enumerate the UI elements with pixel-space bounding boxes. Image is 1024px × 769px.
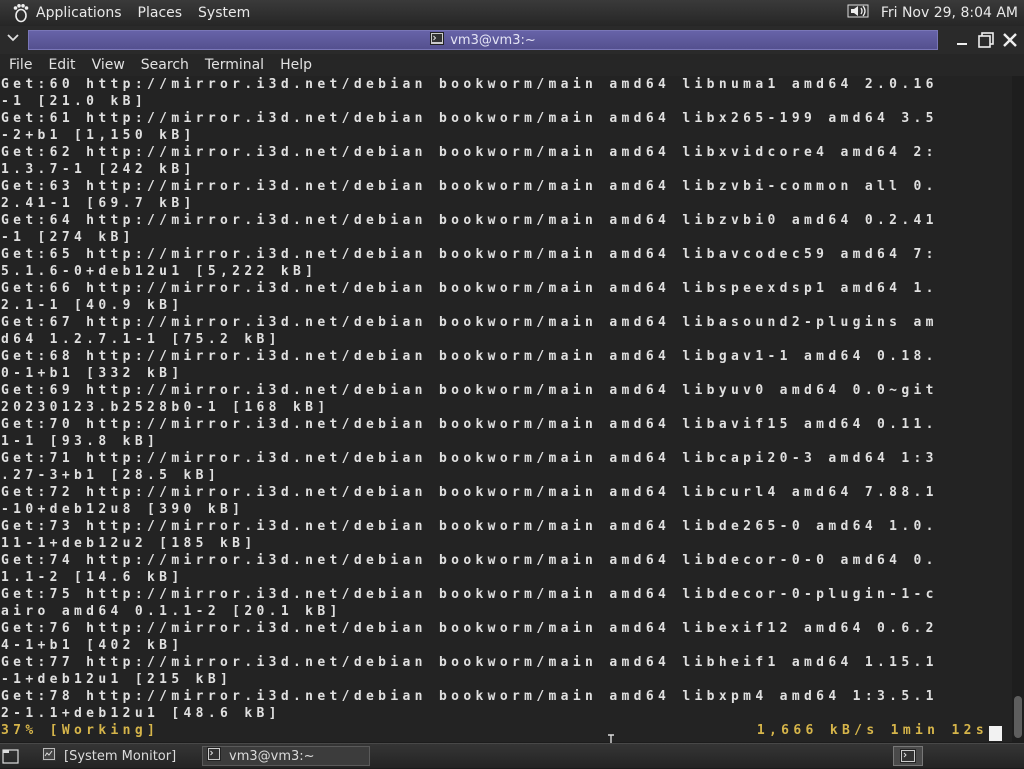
terminal-line: Get:74 http://mirror.i3d.net/debian book… [1,553,938,568]
terminal-line: Get:72 http://mirror.i3d.net/debian book… [1,485,938,500]
terminal-line: Get:68 http://mirror.i3d.net/debian book… [1,349,938,364]
clock[interactable]: Fri Nov 29, 8:04 AM [881,5,1018,21]
terminal-line: Get:76 http://mirror.i3d.net/debian book… [1,621,938,636]
terminal-line: airo amd64 0.1.1-2 [20.1 kB] [1,604,342,619]
terminal-line: 20230123.b2528b0-1 [168 kB] [1,400,330,415]
menu-view[interactable]: View [92,57,125,73]
terminal-icon [430,31,445,49]
terminal-line: 2.41-1 [69.7 kB] [1,196,196,211]
terminal-cursor [989,726,1002,741]
terminal-line: Get:77 http://mirror.i3d.net/debian book… [1,655,938,670]
taskbar-system-monitor[interactable]: [System Monitor] [38,746,198,766]
terminal-line: 11-1+deb12u2 [185 kB] [1,536,257,551]
terminal-line: Get:67 http://mirror.i3d.net/debian book… [1,315,938,330]
window-titlebar[interactable]: vm3@vm3:~ [0,26,1024,54]
terminal-line: 0-1+b1 [332 kB] [1,366,184,381]
bottom-panel: [System Monitor] vm3@vm3:~ [0,743,1024,768]
terminal-line: .27-3+b1 [28.5 kB] [1,468,220,483]
terminal-menubar: File Edit View Search Terminal Help [0,54,1024,76]
terminal-line: 1.3.7-1 [242 kB] [1,162,196,177]
menu-edit[interactable]: Edit [48,57,75,73]
menu-help[interactable]: Help [280,57,312,73]
workspace-switcher-icon[interactable] [893,746,923,766]
terminal-scrollbar[interactable] [1012,76,1024,742]
terminal-line: Get:65 http://mirror.i3d.net/debian book… [1,247,938,262]
terminal-line: 2.1-1 [40.9 kB] [1,298,184,313]
scrollbar-thumb[interactable] [1014,696,1022,738]
terminal-line: Get:73 http://mirror.i3d.net/debian book… [1,519,938,534]
task-label: vm3@vm3:~ [229,748,315,764]
terminal-line: Get:61 http://mirror.i3d.net/debian book… [1,111,938,126]
terminal-line: 5.1.6-0+deb12u1 [5,222 kB] [1,264,318,279]
window-menu-button[interactable] [4,31,22,49]
terminal-output[interactable]: Get:60 http://mirror.i3d.net/debian book… [0,76,1012,742]
terminal-line: Get:78 http://mirror.i3d.net/debian book… [1,689,938,704]
terminal-lines: Get:60 http://mirror.i3d.net/debian book… [1,76,938,739]
system-monitor-icon [42,747,56,765]
terminal-line: 4-1+b1 [402 kB] [1,638,184,653]
menu-file[interactable]: File [9,57,32,73]
close-icon [1003,33,1017,47]
top-panel: Applications Places System Fri Nov 29, 8… [0,0,1024,26]
terminal-line: Get:71 http://mirror.i3d.net/debian book… [1,451,938,466]
system-menu[interactable]: System [198,5,250,21]
minimize-icon [957,43,967,45]
chevron-down-icon [7,34,19,42]
terminal-line: -1 [21.0 kB] [1,94,147,109]
terminal-line: Get:66 http://mirror.i3d.net/debian book… [1,281,938,296]
terminal-line: d64 1.2.7.1-1 [75.2 kB] [1,332,281,347]
terminal-line: Get:70 http://mirror.i3d.net/debian book… [1,417,938,432]
menu-terminal[interactable]: Terminal [205,57,264,73]
terminal-line: Get:63 http://mirror.i3d.net/debian book… [1,179,938,194]
applications-menu[interactable]: Applications [36,5,122,21]
terminal-line: 1-1 [93.8 kB] [1,434,160,449]
close-button[interactable] [998,30,1022,50]
show-desktop-icon[interactable] [2,747,20,765]
maximize-button[interactable] [974,30,998,50]
terminal-line: Get:62 http://mirror.i3d.net/debian book… [1,145,938,160]
menu-search[interactable]: Search [141,57,189,73]
taskbar-terminal[interactable]: vm3@vm3:~ [202,746,370,766]
places-menu[interactable]: Places [138,5,183,21]
terminal-line: Get:69 http://mirror.i3d.net/debian book… [1,383,938,398]
terminal-line: Get:75 http://mirror.i3d.net/debian book… [1,587,938,602]
terminal-line: Get:64 http://mirror.i3d.net/debian book… [1,213,938,228]
terminal-icon [207,747,221,765]
minimize-button[interactable] [950,30,974,50]
gnome-foot-icon[interactable] [10,2,32,24]
volume-icon[interactable] [847,0,873,26]
download-speed-status: 1,666 kB/s 1min 12s [756,723,988,738]
terminal-line: -10+deb12u8 [390 kB] [1,502,245,517]
window-title-bar[interactable]: vm3@vm3:~ [28,30,938,50]
terminal-line: 2-1.1+deb12u1 [48.6 kB] [1,706,281,721]
terminal-line: Get:60 http://mirror.i3d.net/debian book… [1,77,938,92]
window-title: vm3@vm3:~ [450,32,536,48]
task-label: [System Monitor] [64,748,177,764]
terminal-line: -2+b1 [1,150 kB] [1,128,196,143]
maximize-icon [978,32,994,48]
terminal-line: 1.1-2 [14.6 kB] [1,570,184,585]
terminal-line: -1+deb12u1 [215 kB] [1,672,233,687]
terminal-line: -1 [274 kB] [1,230,135,245]
